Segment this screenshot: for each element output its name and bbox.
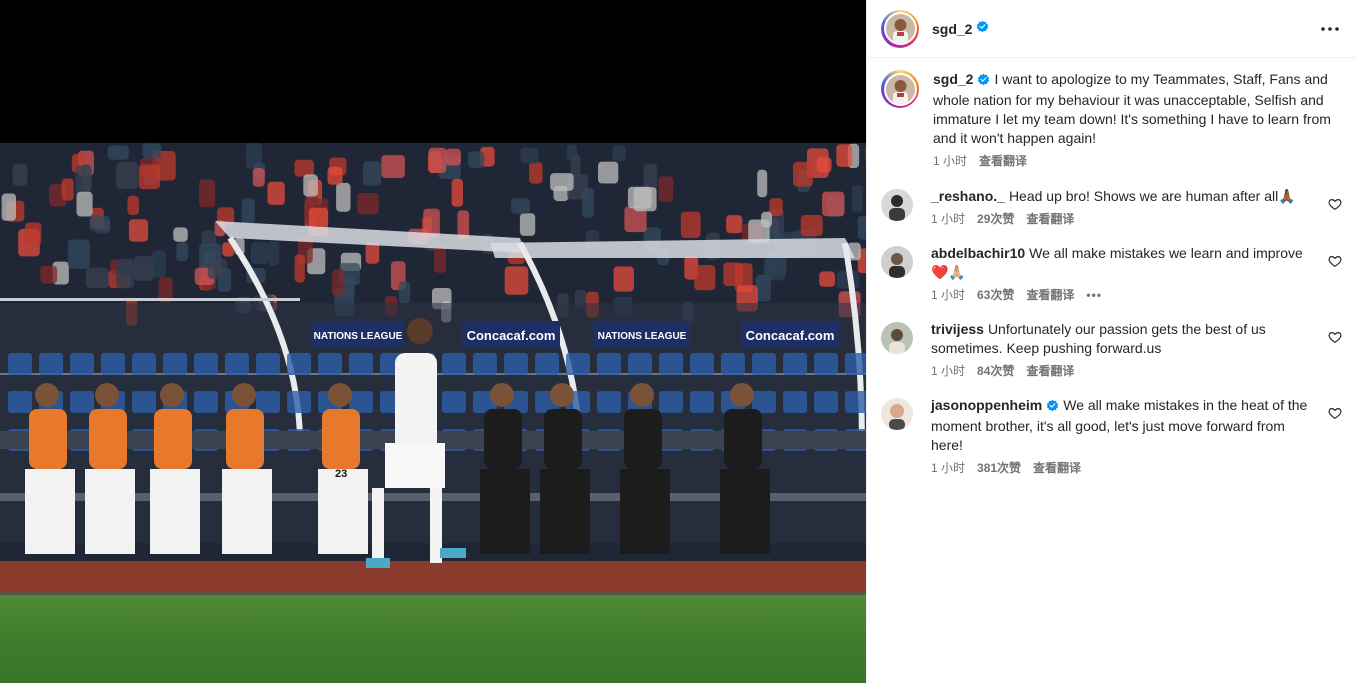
author-avatar[interactable] (881, 9, 919, 48)
caption-author-avatar-image (885, 74, 915, 104)
comment-text: Head up bro! Shows we are human after al… (1008, 188, 1296, 204)
comment-time: 1 小时 (931, 364, 966, 378)
heart-outline-icon[interactable] (1328, 330, 1342, 344)
banner-nations-league-text: NATIONS LEAGUE (314, 331, 403, 342)
concacaf-banner-1: Concacaf.com (462, 321, 560, 347)
comment-username[interactable]: jasonoppenheim (931, 397, 1042, 413)
comment-meta: 1 小时 84次赞 查看翻译 (931, 362, 1314, 381)
comment-username[interactable]: _reshano._ (931, 188, 1005, 204)
caption-time: 1 小时 (933, 154, 968, 168)
author-username[interactable]: sgd_2 (932, 21, 972, 37)
verified-badge-icon (1046, 398, 1059, 417)
nations-league-banner-1: NATIONS LEAGUE (312, 321, 404, 347)
comment-username[interactable]: abdelbachir10 (931, 245, 1025, 261)
caption-meta: 1 小时 查看翻译 (933, 152, 1342, 171)
comment-translate-link[interactable]: 查看翻译 (1033, 459, 1081, 478)
heart-outline-icon[interactable] (1328, 197, 1342, 211)
post-side-panel: sgd_2 sgd_2 I want to apologize to my Tea… (866, 0, 1356, 683)
comment-time: 1 小时 (931, 461, 966, 475)
post-caption: sgd_2 I want to apologize to my Teammates… (881, 70, 1342, 171)
caption-username[interactable]: sgd_2 (933, 71, 973, 87)
commenter-avatar[interactable] (881, 398, 913, 430)
heart-outline-icon[interactable] (1328, 406, 1342, 420)
concacaf-banner-2: Concacaf.com (741, 321, 839, 347)
caption-body: sgd_2 I want to apologize to my Teammates… (933, 70, 1342, 171)
comment-item: trivijess Unfortunately our passion gets … (881, 320, 1342, 381)
post-media[interactable]: NATIONS LEAGUE Concacaf.com NATIONS LEAG… (0, 0, 866, 683)
comment-body: abdelbachir10 We all make mistakes we lea… (931, 244, 1314, 305)
more-horizontal-icon[interactable] (1318, 17, 1342, 41)
verified-badge-icon (977, 72, 990, 91)
comment-translate-link[interactable]: 查看翻译 (1026, 362, 1074, 381)
comments-area[interactable]: sgd_2 I want to apologize to my Teammates… (867, 58, 1356, 478)
comment-meta: 1 小时 63次赞 查看翻译 ••• (931, 286, 1314, 305)
banner-nations-league-text-2: NATIONS LEAGUE (598, 331, 687, 342)
comment-likes[interactable]: 381次赞 (977, 459, 1021, 478)
comment-time: 1 小时 (931, 212, 966, 226)
caption-author-avatar[interactable] (881, 70, 919, 108)
comment-translate-link[interactable]: 查看翻译 (1026, 210, 1074, 229)
caption-text: I want to apologize to my Teammates, Sta… (933, 71, 1331, 146)
instagram-post-view: NATIONS LEAGUE Concacaf.com NATIONS LEAG… (0, 0, 1356, 683)
comment-body: jasonoppenheim We all make mistakes in th… (931, 396, 1314, 478)
comment-translate-link[interactable]: 查看翻译 (1026, 286, 1074, 305)
commenter-avatar[interactable] (881, 322, 913, 354)
post-photo: NATIONS LEAGUE Concacaf.com NATIONS LEAG… (0, 143, 866, 683)
post-header: sgd_2 (867, 0, 1356, 58)
commenter-avatar[interactable] (881, 246, 913, 278)
commenter-avatar[interactable] (881, 189, 913, 221)
comment-item: abdelbachir10 We all make mistakes we lea… (881, 244, 1342, 305)
comment-meta: 1 小时 29次赞 查看翻译 (931, 210, 1314, 229)
comment-body: _reshano._ Head up bro! Shows we are huma… (931, 187, 1314, 229)
comment-item: _reshano._ Head up bro! Shows we are huma… (881, 187, 1342, 229)
heart-outline-icon[interactable] (1328, 254, 1342, 268)
shirt-number-23: 23 (335, 468, 347, 480)
comment-more-options[interactable]: ••• (1086, 286, 1102, 305)
banner-concacaf-com-text: Concacaf.com (467, 328, 556, 343)
comment-username[interactable]: trivijess (931, 321, 984, 337)
author-avatar-image (885, 14, 915, 43)
verified-badge-icon (976, 20, 989, 38)
caption-translate-link[interactable]: 查看翻译 (979, 152, 1027, 171)
nations-league-banner-2: NATIONS LEAGUE (594, 321, 690, 347)
comment-body: trivijess Unfortunately our passion gets … (931, 320, 1314, 381)
comment-meta: 1 小时 381次赞 查看翻译 (931, 459, 1314, 478)
comment-item: jasonoppenheim We all make mistakes in th… (881, 396, 1342, 478)
banner-concacaf-com-text-2: Concacaf.com (746, 328, 835, 343)
comment-likes[interactable]: 29次赞 (977, 210, 1014, 229)
comment-time: 1 小时 (931, 288, 966, 302)
comment-likes[interactable]: 63次赞 (977, 286, 1014, 305)
comment-likes[interactable]: 84次赞 (977, 362, 1014, 381)
